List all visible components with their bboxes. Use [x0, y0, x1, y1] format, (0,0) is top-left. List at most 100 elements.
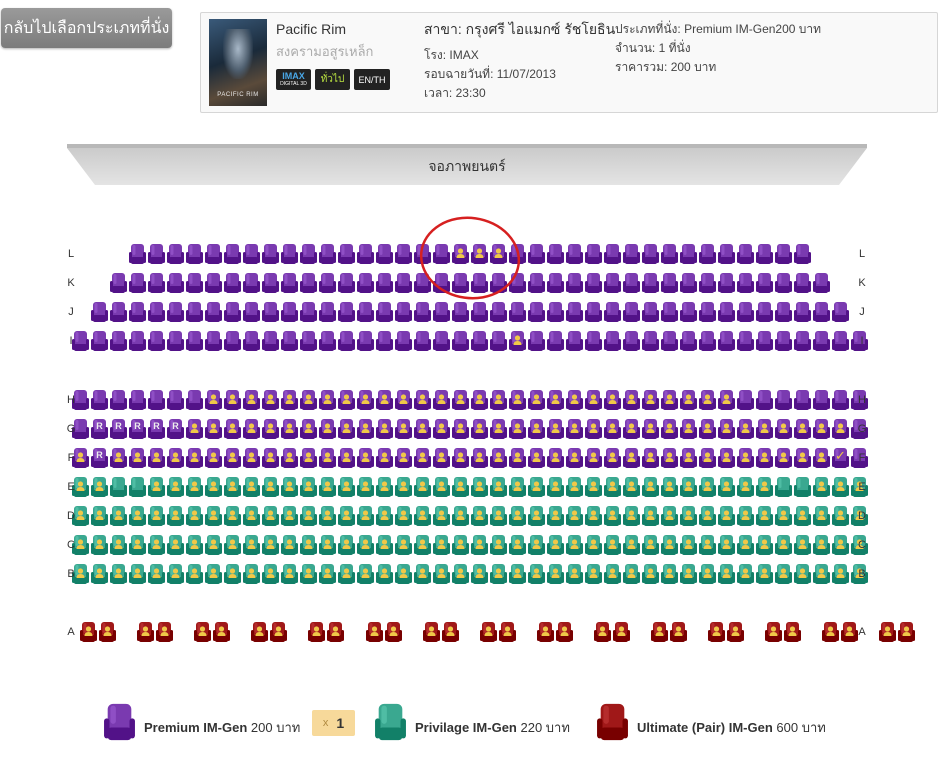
- seat-C21[interactable]: [452, 534, 469, 556]
- seat-F24[interactable]: [509, 447, 526, 469]
- seat-A4[interactable]: [156, 621, 173, 643]
- seat-B31[interactable]: [642, 563, 659, 585]
- seat-C26[interactable]: [547, 534, 564, 556]
- seat-J35[interactable]: [737, 301, 754, 323]
- seat-L26[interactable]: [604, 243, 621, 265]
- seat-E25[interactable]: [528, 476, 545, 498]
- seat-C6[interactable]: [167, 534, 184, 556]
- seat-H3[interactable]: [110, 389, 127, 411]
- seat-I9[interactable]: [224, 330, 241, 352]
- seat-K21[interactable]: [490, 272, 507, 294]
- seat-J8[interactable]: [224, 301, 241, 323]
- seat-I26[interactable]: [547, 330, 564, 352]
- seat-F18[interactable]: [395, 447, 412, 469]
- seat-E3[interactable]: [110, 476, 127, 498]
- seat-C37[interactable]: [756, 534, 773, 556]
- seat-G7[interactable]: [186, 418, 203, 440]
- seat-C17[interactable]: [376, 534, 393, 556]
- seat-C23[interactable]: [490, 534, 507, 556]
- seat-L9[interactable]: [281, 243, 298, 265]
- seat-E15[interactable]: [338, 476, 355, 498]
- seat-K24[interactable]: [547, 272, 564, 294]
- seat-H38[interactable]: [775, 389, 792, 411]
- seat-G15[interactable]: [338, 418, 355, 440]
- seat-G10[interactable]: [243, 418, 260, 440]
- seat-A27[interactable]: [822, 621, 839, 643]
- seat-F26[interactable]: [547, 447, 564, 469]
- seat-D16[interactable]: [357, 505, 374, 527]
- seat-E9[interactable]: [224, 476, 241, 498]
- seat-H15[interactable]: [338, 389, 355, 411]
- seat-C11[interactable]: [262, 534, 279, 556]
- seat-A6[interactable]: [213, 621, 230, 643]
- seat-C9[interactable]: [224, 534, 241, 556]
- seat-A12[interactable]: [385, 621, 402, 643]
- seat-H33[interactable]: [680, 389, 697, 411]
- seat-K11[interactable]: [300, 272, 317, 294]
- seat-K14[interactable]: [357, 272, 374, 294]
- seat-E13[interactable]: [300, 476, 317, 498]
- seat-E23[interactable]: [490, 476, 507, 498]
- seat-E32[interactable]: [661, 476, 678, 498]
- seat-D24[interactable]: [509, 505, 526, 527]
- seat-K27[interactable]: [604, 272, 621, 294]
- seat-B40[interactable]: [813, 563, 830, 585]
- seat-G20[interactable]: [433, 418, 450, 440]
- seat-I15[interactable]: [338, 330, 355, 352]
- seat-D21[interactable]: [452, 505, 469, 527]
- seat-I38[interactable]: [775, 330, 792, 352]
- seat-J32[interactable]: [680, 301, 697, 323]
- seat-L33[interactable]: [737, 243, 754, 265]
- seat-H22[interactable]: [471, 389, 488, 411]
- seat-B37[interactable]: [756, 563, 773, 585]
- seat-J28[interactable]: [604, 301, 621, 323]
- seat-J6[interactable]: [186, 301, 203, 323]
- seat-C3[interactable]: [110, 534, 127, 556]
- seat-B29[interactable]: [604, 563, 621, 585]
- seat-H9[interactable]: [224, 389, 241, 411]
- seat-L27[interactable]: [623, 243, 640, 265]
- seat-D17[interactable]: [376, 505, 393, 527]
- seat-B2[interactable]: [91, 563, 108, 585]
- seat-D23[interactable]: [490, 505, 507, 527]
- seat-J13[interactable]: [319, 301, 336, 323]
- seat-J27[interactable]: [585, 301, 602, 323]
- seat-L29[interactable]: [661, 243, 678, 265]
- seat-D36[interactable]: [737, 505, 754, 527]
- seat-F28[interactable]: [585, 447, 602, 469]
- seat-I12[interactable]: [281, 330, 298, 352]
- seat-B23[interactable]: [490, 563, 507, 585]
- seat-I17[interactable]: [376, 330, 393, 352]
- seat-L7[interactable]: [243, 243, 260, 265]
- seat-C35[interactable]: [718, 534, 735, 556]
- seat-F19[interactable]: [414, 447, 431, 469]
- seat-D5[interactable]: [148, 505, 165, 527]
- seat-J17[interactable]: [395, 301, 412, 323]
- seat-I22[interactable]: [471, 330, 488, 352]
- seat-C38[interactable]: [775, 534, 792, 556]
- seat-K7[interactable]: [224, 272, 241, 294]
- seat-J40[interactable]: [832, 301, 849, 323]
- seat-B21[interactable]: [452, 563, 469, 585]
- seat-J10[interactable]: [262, 301, 279, 323]
- seat-H35[interactable]: [718, 389, 735, 411]
- seat-H8[interactable]: [205, 389, 222, 411]
- seat-E39[interactable]: [794, 476, 811, 498]
- seat-E29[interactable]: [604, 476, 621, 498]
- seat-B25[interactable]: [528, 563, 545, 585]
- seat-F15[interactable]: [338, 447, 355, 469]
- seat-F41[interactable]: ✓: [832, 447, 849, 469]
- seat-K15[interactable]: [376, 272, 393, 294]
- seat-D9[interactable]: [224, 505, 241, 527]
- seat-E22[interactable]: [471, 476, 488, 498]
- seat-K34[interactable]: [737, 272, 754, 294]
- seat-L24[interactable]: [566, 243, 583, 265]
- seat-J30[interactable]: [642, 301, 659, 323]
- seat-G16[interactable]: [357, 418, 374, 440]
- seat-K20[interactable]: [471, 272, 488, 294]
- seat-F11[interactable]: [262, 447, 279, 469]
- seat-A25[interactable]: [765, 621, 782, 643]
- seat-E11[interactable]: [262, 476, 279, 498]
- seat-D26[interactable]: [547, 505, 564, 527]
- seat-F33[interactable]: [680, 447, 697, 469]
